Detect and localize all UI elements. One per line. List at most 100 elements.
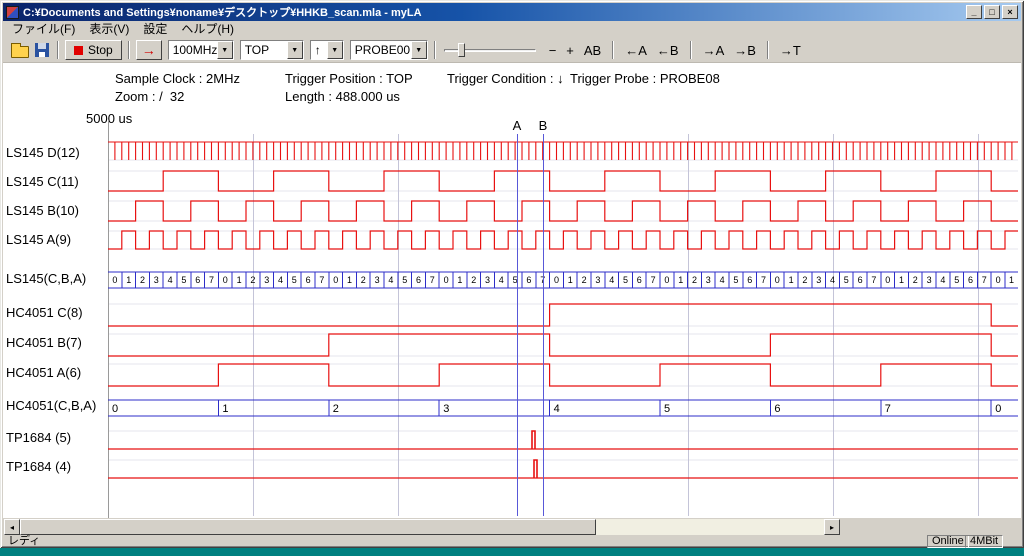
goto-marker-b-right-button[interactable]: →B (729, 41, 761, 60)
bus-value: 4 (609, 275, 614, 285)
run-button[interactable]: → (136, 40, 162, 60)
wave-ls145-a-9 (108, 231, 1018, 249)
bus-value: 4 (830, 275, 835, 285)
bus-value: 3 (443, 403, 449, 415)
chevron-down-icon[interactable]: ▼ (217, 41, 233, 59)
bus-value: 1 (568, 275, 573, 285)
bus-value: 2 (250, 275, 255, 285)
wave-tp1684-5-pulse (532, 431, 535, 449)
bus-value: 7 (761, 275, 766, 285)
bus-value: 0 (444, 275, 449, 285)
trigger-edge-select[interactable]: ↑ ▼ (310, 40, 344, 60)
bus-value: 5 (181, 275, 186, 285)
ab-span-button[interactable]: AB (579, 41, 606, 60)
bus-value: 4 (388, 275, 393, 285)
chevron-down-icon[interactable]: ▼ (327, 41, 343, 59)
bus-value: 7 (871, 275, 876, 285)
bus-value: 0 (996, 275, 1001, 285)
wave-ls145-c-11 (108, 171, 1018, 191)
wave-ls145-b-10 (108, 201, 1018, 221)
scrollbar-thumb[interactable] (20, 519, 596, 535)
app-icon[interactable] (6, 6, 19, 19)
slider-thumb[interactable] (458, 43, 465, 57)
length-info: Length : 488.000 us (285, 89, 400, 104)
save-icon[interactable] (35, 43, 49, 57)
bus-value: 1 (347, 275, 352, 285)
channel-label: LS145 D(12) (6, 145, 80, 160)
menubar: ファイル(F) 表示(V) 設定 ヘルプ(H) (3, 22, 1021, 37)
bus-value: 1 (899, 275, 904, 285)
channel-gridline (108, 400, 1018, 416)
goto-marker-a-left-button[interactable]: ←A (620, 41, 652, 60)
bus-value: 6 (968, 275, 973, 285)
bus-value: 3 (154, 275, 159, 285)
wave-tp1684-4-pulse (534, 460, 537, 478)
bus-value: 6 (858, 275, 863, 285)
channel-label: LS145 C(11) (6, 174, 79, 189)
bus-value: 3 (927, 275, 932, 285)
close-button[interactable]: × (1002, 5, 1018, 19)
menu-file[interactable]: ファイル(F) (5, 22, 82, 37)
channel-gridline (108, 171, 1018, 191)
bus-value: 2 (333, 403, 339, 415)
bus-value: 1 (678, 275, 683, 285)
open-file-icon[interactable] (11, 46, 29, 58)
titlebar[interactable]: C:¥Documents and Settings¥noname¥デスクトップ¥… (3, 3, 1021, 21)
chevron-down-icon[interactable]: ▼ (411, 41, 427, 59)
waveform-canvas[interactable]: 0123456701234567012345670123456701234567… (108, 120, 1018, 518)
channel-label: HC4051 C(8) (6, 305, 83, 320)
stop-label: Stop (88, 43, 113, 57)
bus-ls145-c-b-a (108, 272, 1018, 288)
menu-settings[interactable]: 設定 (136, 22, 174, 37)
goto-trigger-button[interactable]: →T (775, 41, 806, 60)
goto-marker-b-left-button[interactable]: ←B (652, 41, 684, 60)
sample-clock-select[interactable]: 100MHz ▼ (168, 40, 234, 60)
bus-value: 6 (747, 275, 752, 285)
menu-view[interactable]: 表示(V) (82, 22, 136, 37)
bus-value: 5 (513, 275, 518, 285)
statusbar: レディ Online 4MBit (3, 535, 1021, 548)
sample-clock-value: 100MHz (173, 43, 217, 57)
menu-help[interactable]: ヘルプ(H) (174, 22, 241, 37)
minimize-button[interactable]: _ (966, 5, 982, 19)
bus-value: 5 (292, 275, 297, 285)
channel-label: LS145(C,B,A) (6, 271, 86, 286)
trigger-probe-info: Trigger Probe : PROBE08 (570, 71, 720, 86)
bus-value: 7 (430, 275, 435, 285)
trigger-position-select[interactable]: TOP ▼ (240, 40, 304, 60)
status-text: レディ (8, 535, 40, 548)
trigger-position-info: Trigger Position : TOP (285, 71, 413, 86)
scroll-right-button[interactable]: ▸ (824, 519, 840, 535)
channel-gridline (108, 460, 1018, 478)
goto-marker-a-right-button[interactable]: →A (698, 41, 730, 60)
toolbar-separator (690, 41, 692, 59)
bus-value: 4 (168, 275, 173, 285)
bus-value: 0 (112, 403, 118, 415)
bus-value: 5 (733, 275, 738, 285)
toolbar-separator (128, 41, 130, 59)
zoom-out-button[interactable]: − (544, 41, 562, 60)
probe-select[interactable]: PROBE00 ▼ (350, 40, 428, 60)
bus-value: 6 (637, 275, 642, 285)
bus-value: 2 (913, 275, 918, 285)
channel-label: TP1684 (5) (6, 430, 71, 445)
bus-value: 7 (651, 275, 656, 285)
channel-label: HC4051 A(6) (6, 365, 81, 380)
sample-clock-info: Sample Clock : 2MHz (115, 71, 240, 86)
chevron-down-icon[interactable]: ▼ (287, 41, 303, 59)
zoom-in-button[interactable]: + (561, 41, 579, 60)
scroll-left-button[interactable]: ◂ (4, 519, 20, 535)
wave-hc4051-c-8 (108, 304, 1018, 326)
channel-label: TP1684 (4) (6, 459, 71, 474)
bus-value: 7 (982, 275, 987, 285)
bus-value: 7 (885, 403, 891, 415)
maximize-button[interactable]: □ (984, 5, 1000, 19)
horizontal-scrollbar[interactable]: ◂ ▸ (4, 519, 840, 535)
bus-value: 5 (402, 275, 407, 285)
channel-gridline (108, 201, 1018, 221)
trigger-edge-value: ↑ (315, 43, 327, 57)
zoom-slider[interactable] (444, 41, 536, 59)
channel-gridline (108, 304, 1018, 326)
stop-button[interactable]: Stop (65, 40, 122, 60)
bus-value: 0 (554, 275, 559, 285)
